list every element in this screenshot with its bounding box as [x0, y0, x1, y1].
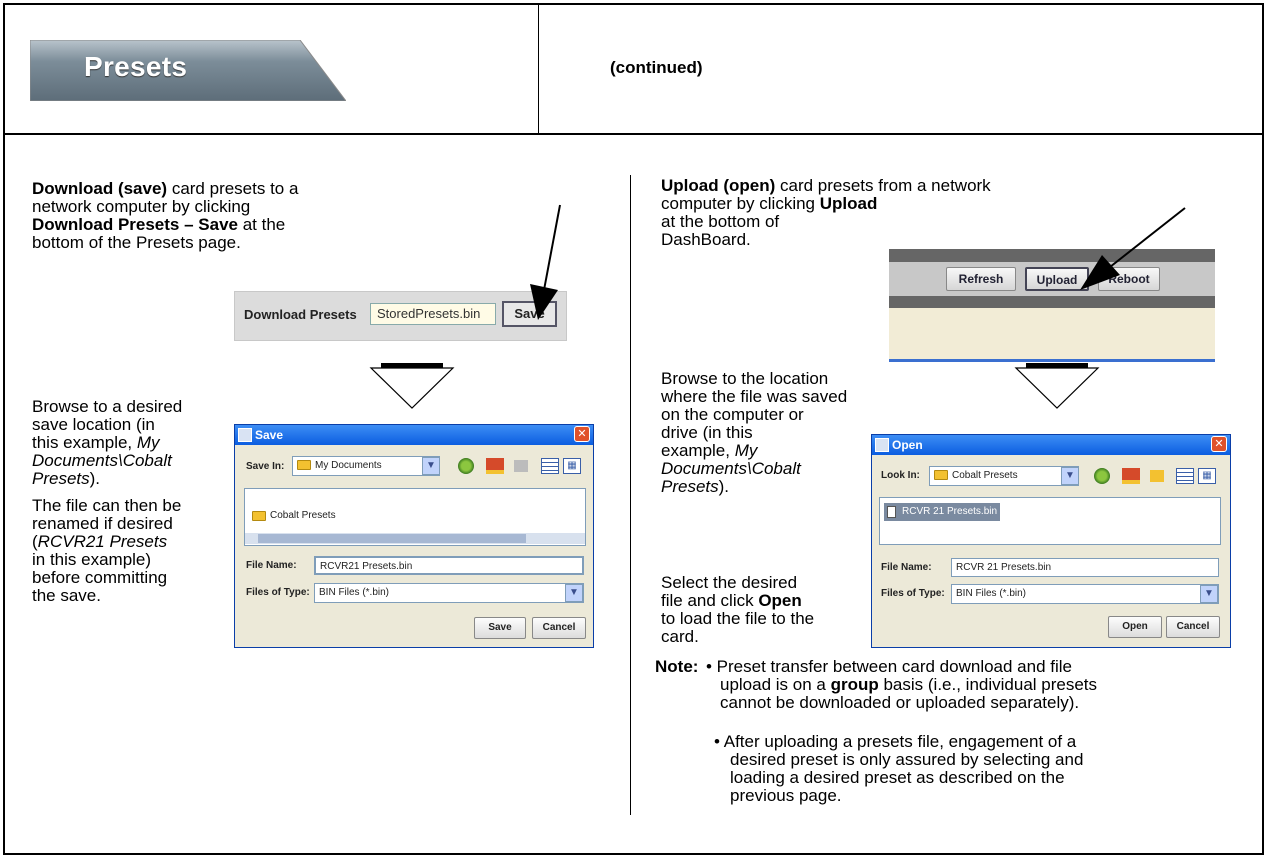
file-name-input[interactable]: RCVR 21 Presets.bin	[951, 558, 1219, 577]
close-icon[interactable]: ✕	[574, 426, 590, 442]
files-of-type-select[interactable]: BIN Files (*.bin)	[951, 584, 1219, 604]
flow-triangle-right	[1014, 363, 1100, 409]
save-in-combo[interactable]: My Documents	[292, 456, 440, 476]
details-view-icon[interactable]: ▦	[563, 458, 581, 474]
save-button[interactable]: Save	[474, 617, 526, 639]
strip-bottom-bar	[889, 296, 1215, 308]
download-intro: Download (save) card presets to a networ…	[32, 179, 299, 252]
cancel-button[interactable]: Cancel	[1166, 616, 1220, 638]
save-in-label: Save In:	[246, 461, 285, 472]
folder-icon	[297, 460, 311, 471]
status-area	[889, 308, 1215, 359]
download-save-bold: Download (save)	[32, 179, 168, 198]
files-of-type-label: Files of Type:	[246, 587, 310, 598]
presets-tab-graphic	[30, 40, 346, 101]
open-dialog-titlebar: Open	[872, 435, 1230, 455]
list-item[interactable]: Cobalt Presets	[270, 510, 336, 521]
note-label: Note:	[655, 657, 699, 676]
cancel-button[interactable]: Cancel	[532, 617, 586, 639]
download-filename-field[interactable]: StoredPresets.bin	[370, 303, 496, 325]
new-folder-icon[interactable]	[514, 460, 528, 472]
chevron-down-icon[interactable]: ▼	[1061, 467, 1079, 485]
save-dialog-title: Save	[255, 428, 284, 442]
open-bold: Open	[758, 591, 802, 610]
presets-tab-title: Presets	[84, 51, 188, 82]
home-icon[interactable]	[486, 458, 504, 474]
pointer-arrow-left	[530, 204, 561, 320]
header-column-divider	[538, 3, 539, 133]
up-folder-icon[interactable]	[1094, 468, 1110, 484]
list-view-icon[interactable]	[1176, 468, 1194, 484]
file-name-input[interactable]: RCVR21 Presets.bin	[314, 556, 584, 575]
java-cup-icon	[875, 438, 889, 452]
download-presets-label: Download Presets	[244, 307, 357, 322]
new-folder-icon[interactable]	[1150, 470, 1164, 482]
chevron-down-icon[interactable]: ▼	[422, 457, 440, 475]
pointer-arrow-right	[1080, 207, 1186, 290]
open-button[interactable]: Open	[1108, 616, 1162, 638]
look-in-combo[interactable]: Cobalt Presets	[929, 466, 1079, 486]
java-cup-icon	[238, 428, 252, 442]
browse-save-location: Browse to a desired save location (in th…	[32, 397, 183, 488]
upload-bold: Upload	[819, 194, 878, 213]
header-divider	[3, 133, 1264, 135]
details-view-icon[interactable]: ▦	[1198, 468, 1216, 484]
up-folder-icon[interactable]	[458, 458, 474, 474]
file-name-label: File Name:	[246, 560, 297, 571]
folder-icon	[252, 511, 266, 521]
column-divider	[630, 175, 631, 815]
file-name-label: File Name:	[881, 562, 932, 573]
upload-intro: Upload (open) card presets from a networ…	[661, 176, 991, 249]
files-of-type-select[interactable]: BIN Files (*.bin)	[314, 583, 584, 603]
save-dialog-titlebar: Save	[235, 425, 593, 445]
upload-open-bold: Upload (open)	[661, 176, 776, 195]
look-in-label: Look In:	[881, 470, 920, 481]
note-bullet-1: • Preset transfer between card download …	[706, 657, 1098, 712]
flow-triangle-left	[369, 363, 455, 409]
files-of-type-label: Files of Type:	[881, 588, 945, 599]
scrollbar-thumb[interactable]	[258, 534, 526, 543]
refresh-button[interactable]: Refresh	[946, 267, 1016, 291]
home-icon[interactable]	[1122, 468, 1140, 484]
select-file-instructions: Select the desired file and click Open t…	[661, 573, 815, 646]
list-view-icon[interactable]	[541, 458, 559, 474]
open-dialog-title: Open	[892, 438, 923, 452]
continued-label: (continued)	[610, 58, 703, 77]
list-item-selected[interactable]: RCVR 21 Presets.bin	[902, 506, 997, 517]
browse-file-location: Browse to the location where the file wa…	[661, 369, 848, 496]
download-presets-save-bold: Download Presets – Save	[32, 215, 238, 234]
chevron-down-icon[interactable]: ▼	[1200, 585, 1218, 603]
note-bullet-2: • After uploading a presets file, engage…	[714, 732, 1084, 805]
close-icon[interactable]: ✕	[1211, 436, 1227, 452]
file-icon	[887, 506, 896, 518]
rename-file-note: The file can then be renamed if desired …	[32, 496, 182, 605]
folder-icon	[934, 470, 948, 481]
chevron-down-icon[interactable]: ▼	[565, 584, 583, 602]
